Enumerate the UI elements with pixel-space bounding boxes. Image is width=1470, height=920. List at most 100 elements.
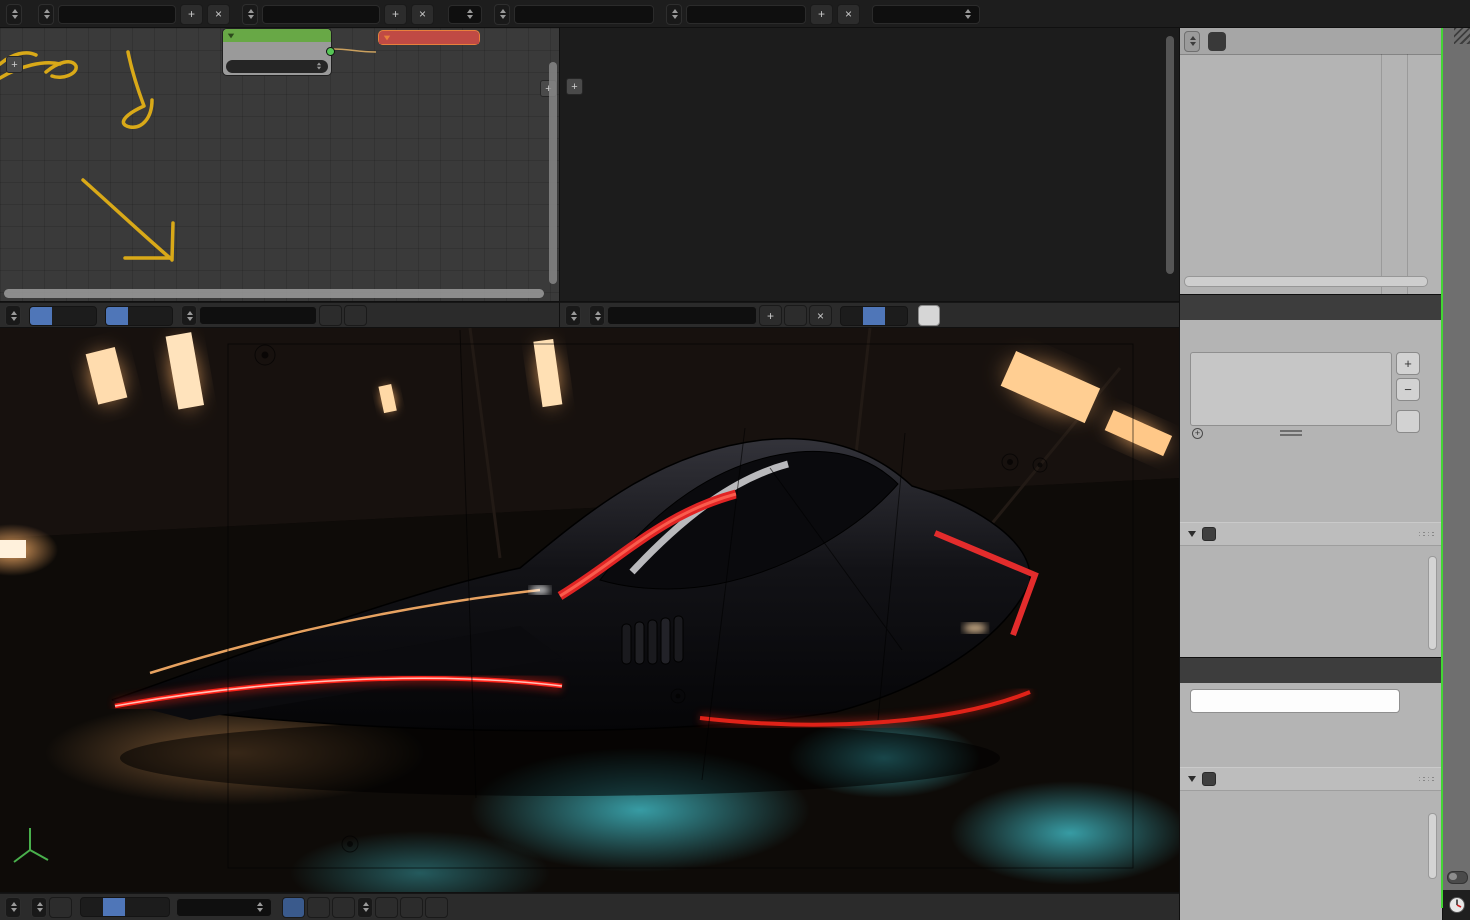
shader-editor-header	[0, 302, 560, 328]
layer-remove-button[interactable]: −	[1396, 378, 1420, 401]
shader-type-world-button[interactable]	[52, 307, 74, 325]
text-browse-button[interactable]	[589, 305, 605, 326]
volumetric-enable-checkbox[interactable]	[1202, 772, 1216, 786]
properties-tabbar	[1180, 295, 1443, 320]
display-mode-dropdown[interactable]	[1208, 32, 1226, 51]
node-principled-bsdf[interactable]	[222, 28, 332, 76]
snap-target-button[interactable]	[375, 897, 398, 918]
outliner	[1180, 28, 1443, 295]
text-editor[interactable]: +	[560, 28, 1180, 302]
proportional-edit-toggle[interactable]	[307, 897, 330, 918]
view-layer-list	[1190, 352, 1392, 426]
line-numbers-toggle[interactable]	[841, 307, 863, 325]
word-wrap-toggle[interactable]	[863, 307, 885, 325]
viewlayer-type-button[interactable]	[494, 4, 510, 25]
editor-type-button[interactable]	[1184, 31, 1200, 52]
layer-pin-button[interactable]	[1396, 410, 1420, 433]
world-button[interactable]	[128, 307, 150, 325]
pivot-point-dropdown[interactable]	[357, 897, 373, 918]
mode-selector[interactable]	[31, 897, 47, 918]
material-name-field[interactable]	[199, 306, 317, 325]
panel-volumetric[interactable]	[1180, 767, 1443, 791]
editor-type-button[interactable]	[5, 897, 21, 918]
ssr-enable-checkbox[interactable]	[1202, 527, 1216, 541]
viewport-header	[0, 893, 1180, 920]
material-users-button[interactable]	[319, 305, 342, 326]
layout-add-button[interactable]: +	[384, 4, 407, 25]
text-scrollbar[interactable]	[1166, 36, 1174, 274]
topbar: + × + × + ×	[0, 0, 1470, 28]
area-corner-widget[interactable]	[1454, 28, 1470, 44]
engine-dropdown[interactable]	[872, 5, 980, 24]
list-add-button[interactable]: +	[1192, 428, 1203, 439]
scene-add-button[interactable]: +	[810, 4, 833, 25]
text-editor-header: + ×	[560, 302, 1180, 328]
gizmo-scale-toggle[interactable]	[147, 898, 169, 916]
text-open-button[interactable]	[784, 305, 807, 326]
text-sidebar-expand-button[interactable]: +	[566, 78, 583, 95]
node-material-output[interactable]	[378, 30, 480, 45]
layer-add-button[interactable]: +	[1396, 352, 1420, 375]
shader-hscrollbar[interactable]	[4, 289, 544, 298]
collection-visibility-button[interactable]	[282, 897, 305, 918]
outliner-header	[1180, 28, 1443, 55]
grease-pencil-annotation	[0, 52, 173, 260]
material-browse-button[interactable]	[181, 305, 197, 326]
properties-tabbar	[1180, 658, 1443, 683]
active-area-border[interactable]	[1441, 28, 1443, 908]
orientation-dropdown[interactable]	[176, 898, 272, 917]
snap-magnet-toggle[interactable]	[332, 897, 355, 918]
pin-object-button[interactable]	[106, 307, 128, 325]
workspace-field[interactable]	[58, 5, 176, 24]
layout-delete-button[interactable]: ×	[411, 4, 434, 25]
overlay-toggle[interactable]	[1447, 871, 1468, 884]
shader-editor[interactable]: + +	[0, 28, 560, 302]
light-color-field[interactable]	[1190, 689, 1400, 713]
workspace-add-button[interactable]: +	[180, 4, 203, 25]
scene-delete-button[interactable]: ×	[837, 4, 860, 25]
clock-widget	[1443, 890, 1470, 920]
gizmo-move-toggle[interactable]	[103, 898, 125, 916]
workspace-delete-button[interactable]: ×	[207, 4, 230, 25]
scene-type-button[interactable]	[666, 4, 682, 25]
render-image-button[interactable]	[400, 897, 423, 918]
shader-type-linestyle-button[interactable]	[74, 307, 96, 325]
distribution-dropdown[interactable]	[226, 60, 328, 73]
text-new-button[interactable]: +	[759, 305, 782, 326]
viewlayer-field[interactable]	[514, 5, 654, 24]
properties-scrollbar[interactable]	[1428, 556, 1437, 650]
syntax-highlight-toggle[interactable]	[885, 307, 907, 325]
bsdf-output-socket[interactable]	[326, 47, 335, 56]
mode-dropdown[interactable]	[448, 5, 482, 24]
text-datablock-field[interactable]	[607, 306, 757, 325]
gizmo-rotate-toggle[interactable]	[125, 898, 147, 916]
shader-toolbar-expand-button[interactable]: +	[6, 56, 23, 73]
panel-screen-space-reflections[interactable]	[1180, 522, 1443, 546]
text-unlink-button[interactable]: ×	[809, 305, 832, 326]
properties-scrollbar[interactable]	[1428, 813, 1437, 879]
workspace-type-button[interactable]	[38, 4, 54, 25]
viewport-3d[interactable]	[0, 328, 1180, 893]
run-script-button[interactable]	[918, 305, 940, 326]
gizmo-axes-toggle[interactable]	[81, 898, 103, 916]
layout-field[interactable]	[262, 5, 380, 24]
line-style-button[interactable]	[150, 307, 172, 325]
layout-type-button[interactable]	[242, 4, 258, 25]
scene-field[interactable]	[686, 5, 806, 24]
properties-viewlayer: + + −	[1180, 295, 1443, 658]
shader-type-object-button[interactable]	[30, 307, 52, 325]
properties-render	[1180, 658, 1443, 920]
clock-icon	[1448, 896, 1466, 914]
app-menu-button[interactable]	[6, 4, 22, 25]
editor-type-button[interactable]	[5, 305, 21, 326]
mode-expand-button[interactable]	[49, 897, 72, 918]
render-animation-button[interactable]	[425, 897, 448, 918]
outliner-scrollbar[interactable]	[1184, 276, 1428, 287]
shader-vscrollbar[interactable]	[549, 62, 557, 284]
list-resize-grip[interactable]	[1280, 430, 1302, 432]
blender-window: + × + × + × + +	[0, 0, 1470, 920]
viewport-render	[0, 328, 1180, 893]
fake-user-button[interactable]	[344, 305, 367, 326]
editor-type-button[interactable]	[565, 305, 581, 326]
collapsed-side-area[interactable]	[1443, 28, 1470, 920]
